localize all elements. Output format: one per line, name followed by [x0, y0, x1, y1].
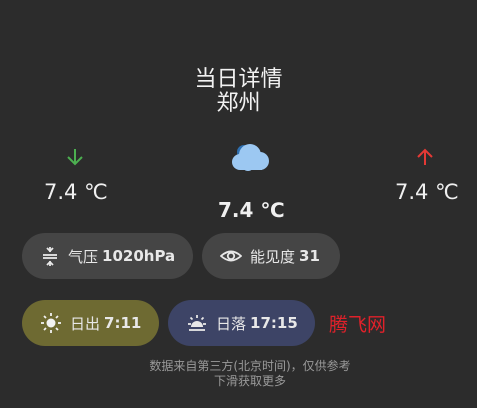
pressure-chip: 气压 1020hPa	[22, 233, 193, 279]
sunrise-label: 日出	[70, 314, 101, 333]
sunset-label: 日落	[216, 314, 247, 333]
data-source-note: 数据来自第三方(北京时间)，仅供参考	[149, 359, 351, 373]
arrow-up-icon	[417, 148, 433, 165]
weather-detail-screen: 当日详情 郑州 7.4 ℃ 7.4 ℃ 7.4 ℃ 气压 1020hPa 能见度…	[0, 0, 477, 408]
sunrise-icon	[41, 313, 61, 333]
eye-icon	[220, 250, 242, 262]
sunrise-chip: 日出 7:11	[22, 300, 159, 346]
low-temperature: 7.4 ℃	[44, 180, 108, 204]
visibility-chip: 能见度 31	[202, 233, 340, 279]
sunset-chip: 日落 17:15	[168, 300, 315, 346]
sunset-value: 17:15	[250, 314, 298, 332]
visibility-value: 31	[299, 247, 320, 265]
city-name: 郑州	[216, 91, 261, 116]
cloud-icon	[232, 144, 269, 171]
pressure-icon	[43, 247, 57, 266]
page-title: 当日详情	[194, 67, 283, 92]
current-temperature: 7.4 ℃	[218, 198, 285, 222]
sunset-icon	[188, 315, 206, 331]
arrow-down-icon	[67, 149, 83, 166]
visibility-label: 能见度	[250, 247, 296, 266]
sunrise-value: 7:11	[104, 314, 142, 332]
scroll-hint[interactable]: 下滑获取更多	[0, 374, 477, 389]
pressure-label: 气压	[68, 247, 99, 266]
high-temperature: 7.4 ℃	[395, 180, 459, 204]
watermark-text: 腾飞网	[329, 314, 387, 336]
pressure-value: 1020hPa	[102, 247, 176, 265]
